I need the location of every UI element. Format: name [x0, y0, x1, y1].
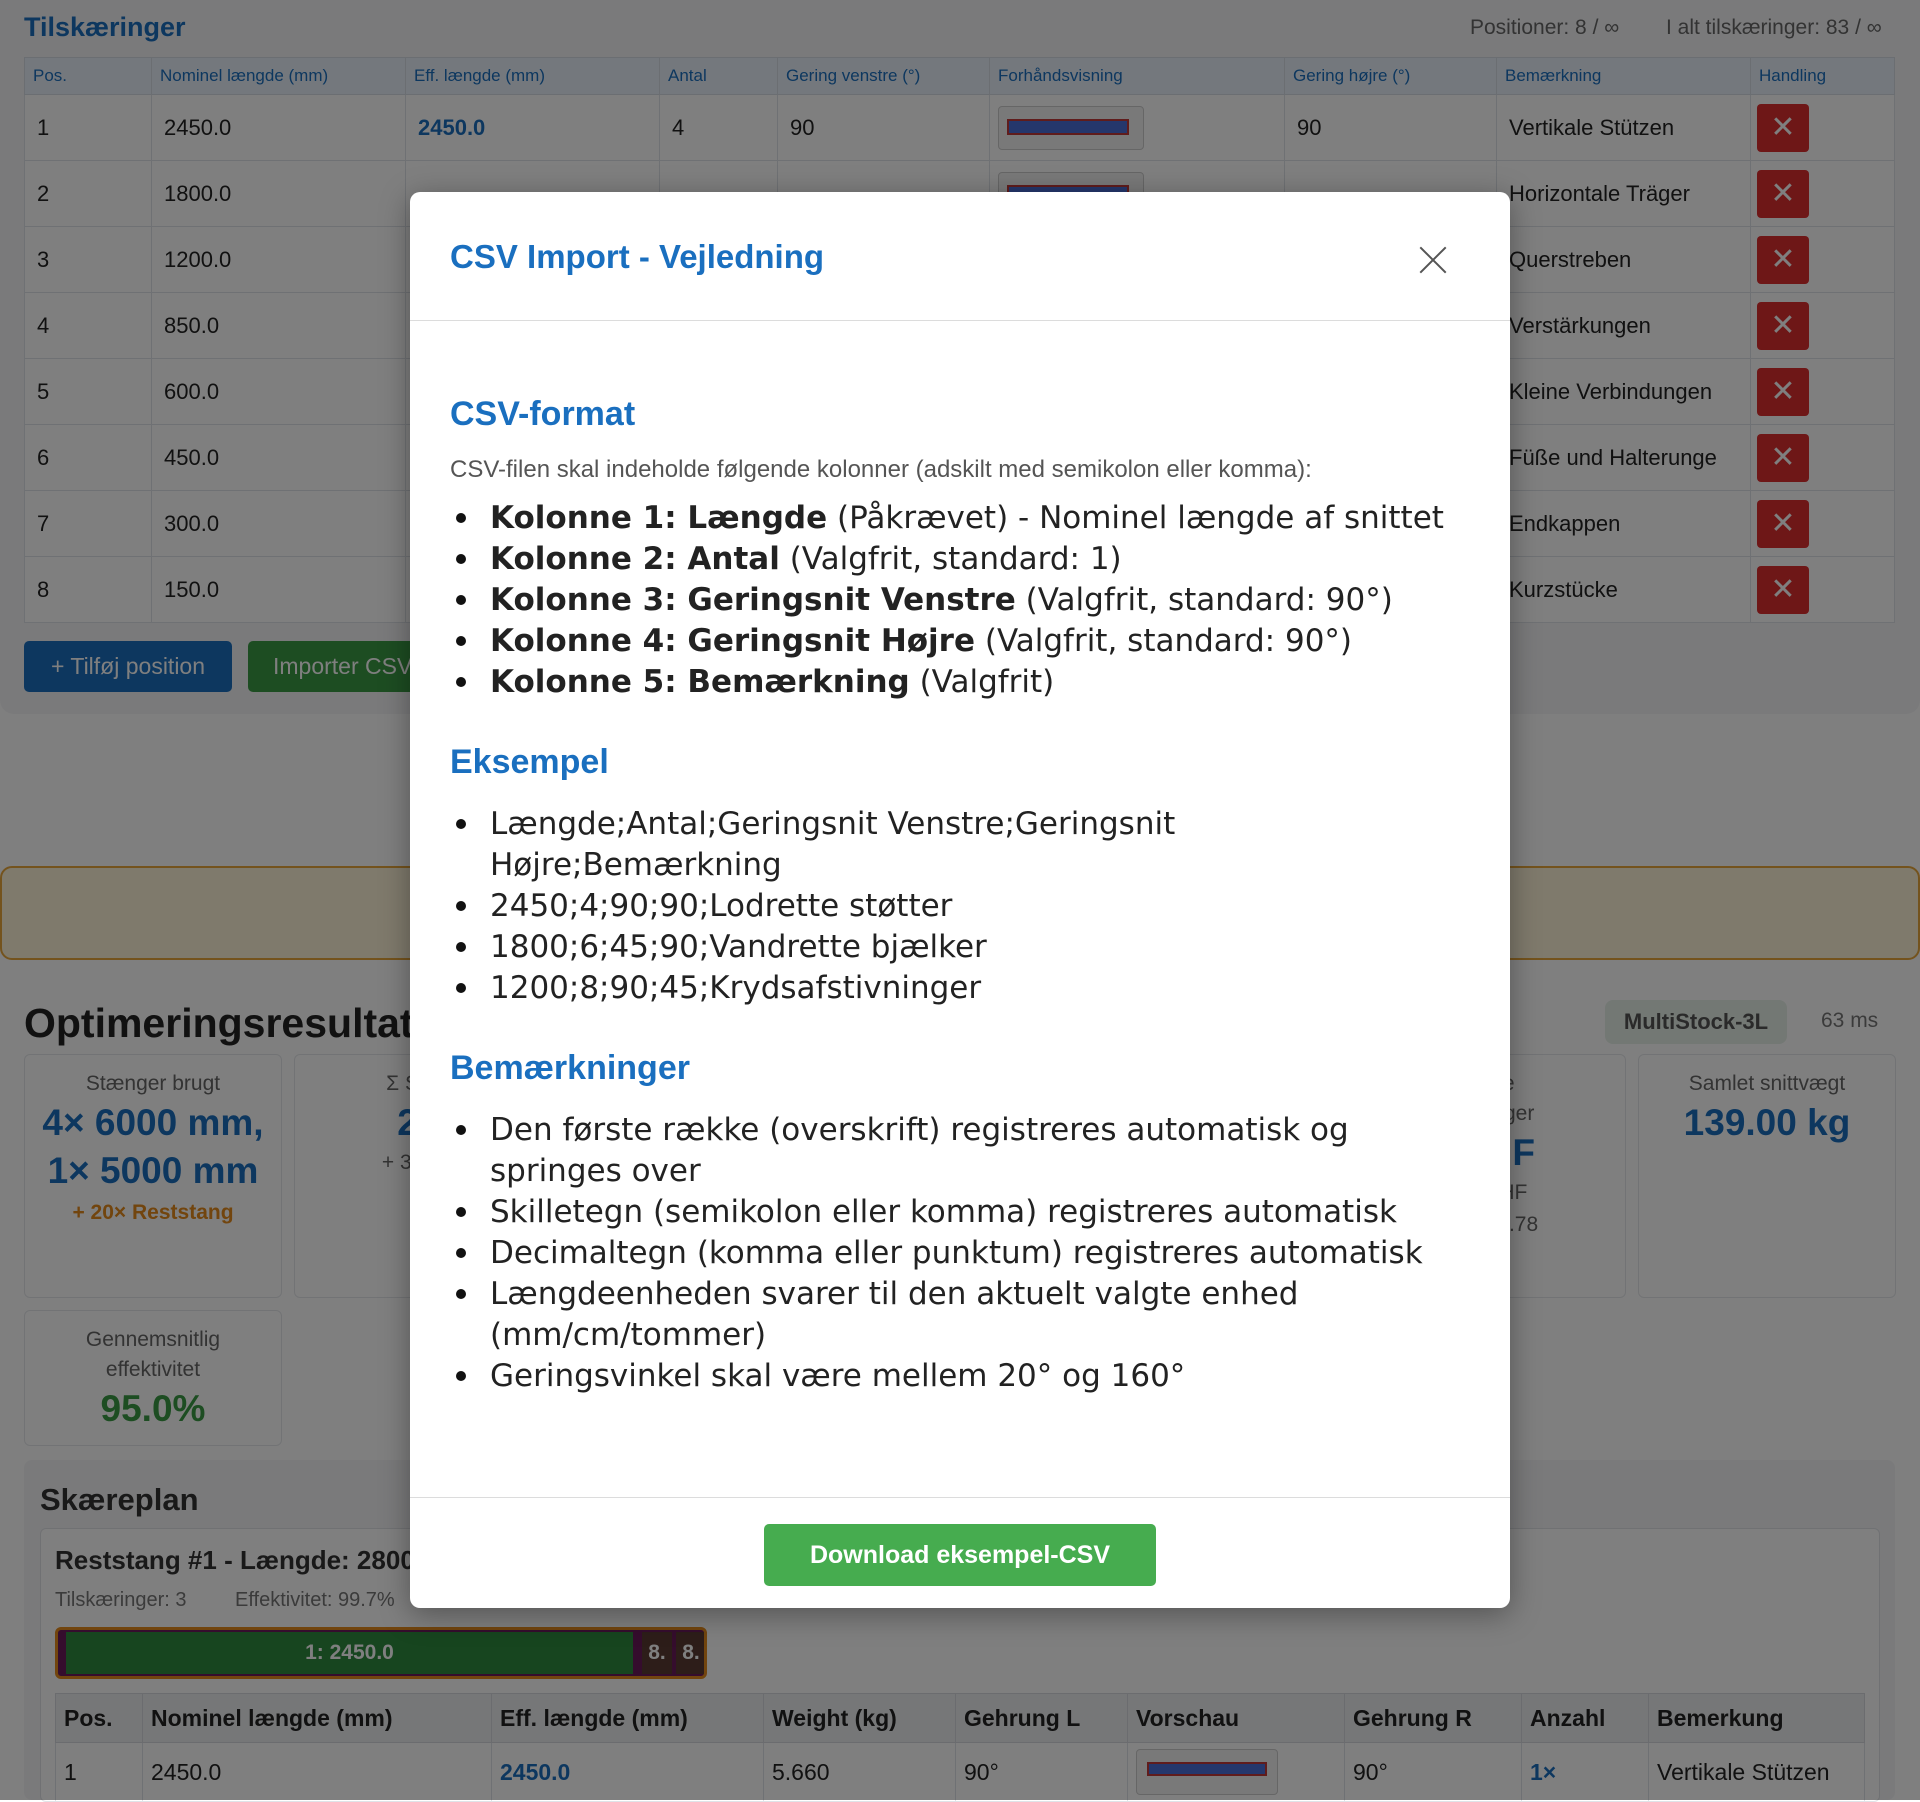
note-item: Skilletegn (semikolon eller komma) regis… — [450, 1192, 1470, 1233]
column-item: Kolonne 1: Længde (Påkrævet) - Nominel l… — [450, 498, 1470, 539]
column-name: Kolonne 4: Geringsnit Højre — [490, 623, 975, 659]
column-name: Kolonne 1: Længde — [490, 500, 828, 536]
example-line: 1800;6;45;90;Vandrette bjælker — [450, 927, 1470, 968]
csv-import-modal: CSV Import - Vejledning CSV-format CSV-f… — [410, 192, 1510, 1608]
example-line: Længde;Antal;Geringsnit Venstre;Geringsn… — [450, 804, 1470, 886]
note-item: Decimaltegn (komma eller punktum) regist… — [450, 1233, 1470, 1274]
note-item: Geringsvinkel skal være mellem 20° og 16… — [450, 1356, 1470, 1397]
example-line: 1200;8;90;45;Krydsafstivninger — [450, 968, 1470, 1009]
section-heading-example: Eksempel — [450, 743, 609, 781]
modal-header: CSV Import - Vejledning — [410, 192, 1510, 321]
format-intro: CSV-filen skal indeholde følgende kolonn… — [450, 456, 1312, 483]
note-item: Længdeenheden svarer til den aktuelt val… — [450, 1274, 1470, 1356]
column-item: Kolonne 4: Geringsnit Højre (Valgfrit, s… — [450, 621, 1470, 662]
column-list: Kolonne 1: Længde (Påkrævet) - Nominel l… — [450, 498, 1470, 703]
column-desc: (Valgfrit, standard: 90°) — [1015, 582, 1393, 618]
column-desc: (Valgfrit) — [909, 664, 1055, 700]
column-name: Kolonne 5: Bemærkning — [490, 664, 910, 700]
note-item: Den første række (overskrift) registrere… — [450, 1110, 1470, 1192]
column-name: Kolonne 2: Antal — [490, 541, 780, 577]
modal-title: CSV Import - Vejledning — [450, 238, 825, 275]
column-item: Kolonne 3: Geringsnit Venstre (Valgfrit,… — [450, 580, 1470, 621]
column-desc: (Valgfrit, standard: 1) — [779, 541, 1122, 577]
example-line: 2450;4;90;90;Lodrette støtter — [450, 886, 1470, 927]
section-heading-notes: Bemærkninger — [450, 1049, 690, 1087]
column-desc: (Valgfrit, standard: 90°) — [975, 623, 1353, 659]
download-example-csv-button[interactable]: Download eksempel-CSV — [764, 1524, 1156, 1586]
column-item: Kolonne 2: Antal (Valgfrit, standard: 1) — [450, 539, 1470, 580]
modal-body: CSV-format CSV-filen skal indeholde følg… — [410, 395, 1510, 1397]
notes-list: Den første række (overskrift) registrere… — [450, 1110, 1470, 1397]
column-desc: (Påkrævet) - Nominel længde af snittet — [827, 500, 1444, 536]
column-name: Kolonne 3: Geringsnit Venstre — [490, 582, 1016, 618]
column-item: Kolonne 5: Bemærkning (Valgfrit) — [450, 662, 1470, 703]
close-icon[interactable] — [1410, 236, 1458, 284]
example-list: Længde;Antal;Geringsnit Venstre;Geringsn… — [450, 804, 1470, 1009]
section-heading-format: CSV-format — [450, 395, 636, 433]
